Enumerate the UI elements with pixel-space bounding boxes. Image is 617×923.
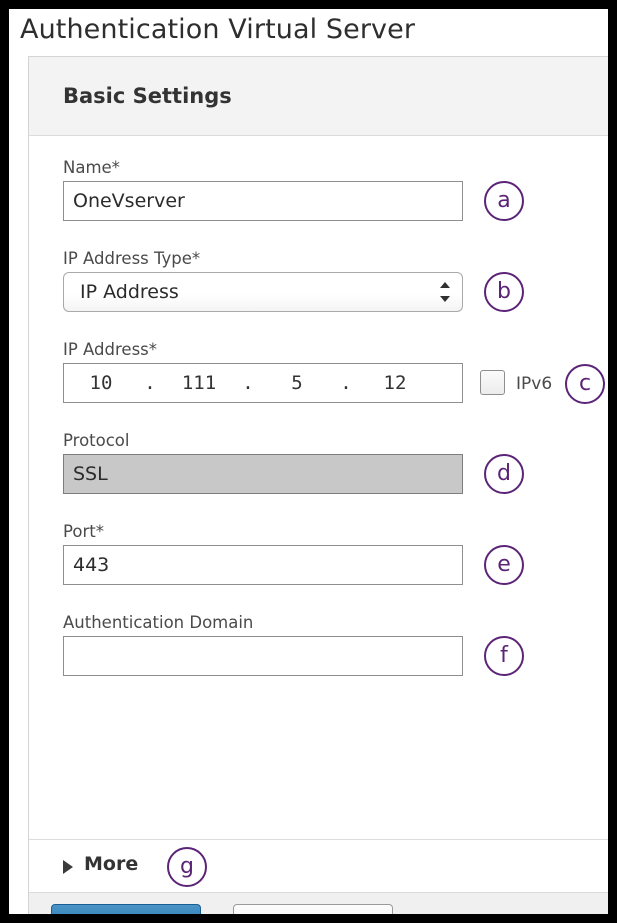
port-label: Port* bbox=[63, 522, 104, 541]
ip-address-type-value: IP Address bbox=[80, 281, 179, 303]
page-title: Authentication Virtual Server bbox=[20, 14, 416, 45]
callout-e: e bbox=[484, 545, 524, 585]
ip-octet-4[interactable]: 12 bbox=[358, 372, 432, 394]
protocol-input: SSL bbox=[63, 454, 463, 494]
ip-octet-1[interactable]: 10 bbox=[64, 372, 138, 394]
ip-separator-3: . bbox=[340, 372, 352, 394]
ip-address-label: IP Address* bbox=[63, 340, 158, 359]
callout-c: c bbox=[565, 364, 605, 404]
ipv6-label: IPv6 bbox=[516, 374, 553, 394]
triangle-right-icon bbox=[63, 860, 73, 874]
name-input[interactable]: OneVserver bbox=[63, 181, 463, 221]
callout-a: a bbox=[484, 181, 524, 221]
more-section-toggle[interactable]: More g bbox=[29, 839, 608, 893]
name-label: Name* bbox=[63, 158, 120, 177]
screenshot-frame: Authentication Virtual Server Basic Sett… bbox=[0, 0, 617, 923]
callout-d: d bbox=[484, 454, 524, 494]
chevron-updown-icon bbox=[440, 281, 451, 303]
ip-address-input[interactable]: 10 . 111 . 5 . 12 bbox=[63, 363, 463, 403]
basic-settings-card: Basic Settings Name* OneVserver a IP Add… bbox=[28, 56, 608, 914]
dialog-page: Authentication Virtual Server Basic Sett… bbox=[9, 9, 608, 914]
ip-separator-2: . bbox=[242, 372, 254, 394]
ok-button[interactable]: OK bbox=[51, 904, 201, 914]
port-input[interactable]: 443 bbox=[63, 545, 463, 585]
authentication-domain-label: Authentication Domain bbox=[63, 613, 254, 632]
form-body: Name* OneVserver a IP Address Type* IP A… bbox=[29, 136, 608, 839]
more-label: More bbox=[84, 853, 139, 875]
ip-separator-1: . bbox=[144, 372, 156, 394]
ipv6-checkbox[interactable] bbox=[480, 370, 505, 395]
authentication-domain-input[interactable] bbox=[63, 636, 463, 676]
protocol-label: Protocol bbox=[63, 431, 130, 450]
callout-f: f bbox=[484, 636, 524, 676]
ip-address-type-select[interactable]: IP Address bbox=[63, 272, 463, 312]
ip-octet-2[interactable]: 111 bbox=[162, 372, 236, 394]
callout-g: g bbox=[167, 847, 207, 887]
ip-octet-3[interactable]: 5 bbox=[260, 372, 334, 394]
callout-b: b bbox=[484, 272, 524, 312]
ip-address-type-label: IP Address Type* bbox=[63, 249, 201, 268]
section-header: Basic Settings bbox=[29, 57, 608, 136]
dialog-footer: OK Cancel bbox=[29, 893, 608, 914]
section-title: Basic Settings bbox=[63, 84, 232, 108]
cancel-button[interactable]: Cancel bbox=[233, 904, 393, 914]
